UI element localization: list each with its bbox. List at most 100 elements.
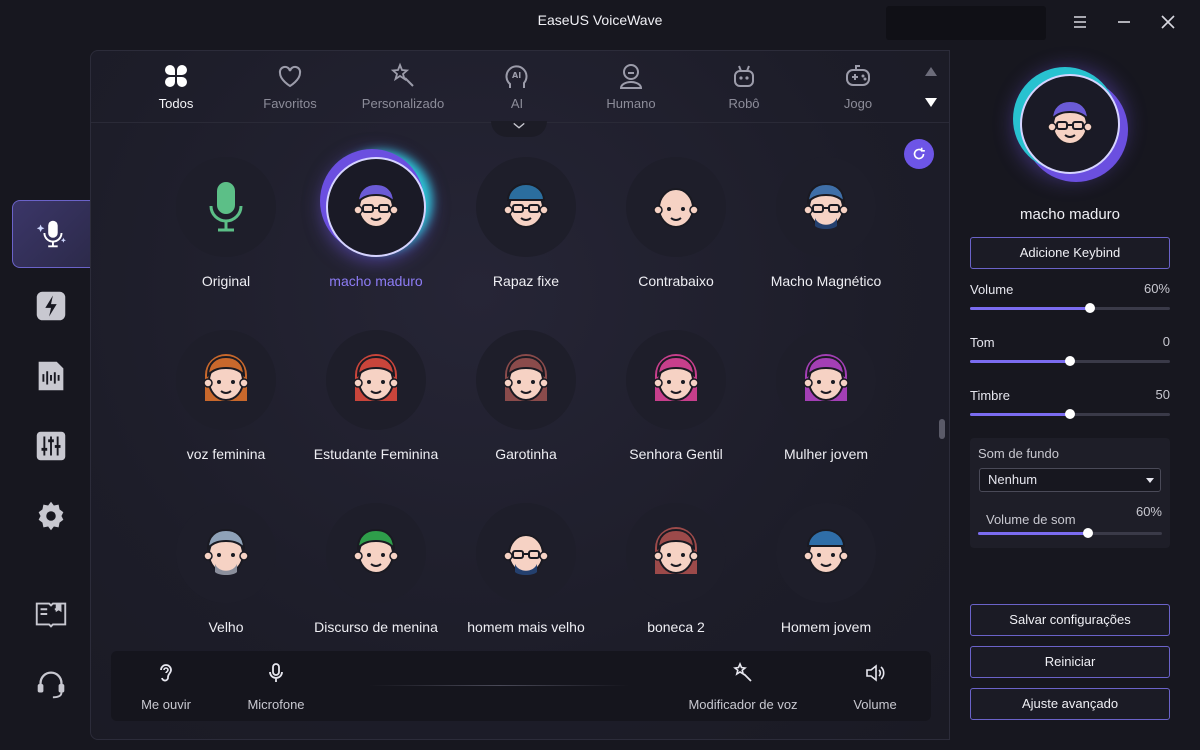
sidebar-item-guide[interactable] xyxy=(12,580,90,648)
volume-label: Volume xyxy=(853,697,897,712)
voice-avatar xyxy=(176,330,276,430)
scroll-up-arrow-icon[interactable] xyxy=(923,65,939,79)
menu-icon[interactable] xyxy=(1068,10,1092,34)
sound-volume-value: 60% xyxy=(1135,504,1162,519)
lightning-icon xyxy=(36,291,66,321)
tab-robo[interactable]: Robô xyxy=(689,59,799,119)
slider-knob[interactable] xyxy=(1065,356,1075,366)
tab-favoritos[interactable]: Favoritos xyxy=(235,59,345,119)
voice-avatar xyxy=(776,330,876,430)
voice-avatar xyxy=(326,157,426,257)
timbre-slider[interactable] xyxy=(970,409,1170,419)
sound-volume-label: Volume de som xyxy=(986,512,1076,527)
voice-avatar xyxy=(476,503,576,603)
mic-label: Microfone xyxy=(247,697,305,712)
reset-button[interactable]: Reiniciar xyxy=(970,646,1170,678)
tab-label: AI xyxy=(510,96,524,111)
tab-humano[interactable]: Humano xyxy=(576,59,686,119)
volume-button[interactable]: Volume xyxy=(845,661,905,712)
add-keybind-button[interactable]: Adicione Keybind xyxy=(970,237,1170,269)
close-icon[interactable] xyxy=(1156,10,1180,34)
volume-slider[interactable] xyxy=(970,303,1170,313)
microphone-button[interactable]: Microfone xyxy=(237,661,315,712)
voice-card[interactable]: Homem jovem xyxy=(751,503,901,653)
voice-card[interactable]: Mulher jovem xyxy=(751,330,901,480)
listen-button[interactable]: Me ouvir xyxy=(131,661,201,712)
sidebar-item-settings[interactable] xyxy=(12,482,90,550)
tab-label: Humano xyxy=(606,96,656,111)
scrollbar-thumb[interactable] xyxy=(939,419,945,439)
voice-name: Contrabaixo xyxy=(638,273,714,289)
collapse-toggle[interactable] xyxy=(491,121,547,137)
refresh-button[interactable] xyxy=(904,139,934,169)
slider-knob[interactable] xyxy=(1083,528,1094,538)
background-sound-value: Nenhum xyxy=(988,472,1038,487)
tab-personalizado[interactable]: Personalizado xyxy=(348,59,458,119)
voice-card[interactable]: boneca 2 xyxy=(601,503,751,653)
tab-todos[interactable]: Todos xyxy=(121,59,231,119)
ai-microphone-icon xyxy=(36,220,66,248)
ear-icon xyxy=(160,664,172,682)
chevron-down-icon xyxy=(513,122,525,129)
robot-icon xyxy=(734,65,754,87)
sidebar-item-mixer[interactable] xyxy=(12,412,90,480)
background-sound-select[interactable]: Nenhum xyxy=(979,468,1161,492)
voice-name: Velho xyxy=(208,619,244,635)
tab-jogo[interactable]: Jogo xyxy=(803,59,913,119)
voice-avatar xyxy=(176,157,276,257)
refresh-icon xyxy=(913,147,925,160)
voice-avatar xyxy=(176,503,276,603)
tab-ai[interactable]: AI AI xyxy=(462,59,572,119)
voice-card[interactable]: Senhora Gentil xyxy=(601,330,751,480)
voice-card[interactable]: macho maduro xyxy=(301,157,451,307)
voice-card[interactable]: Rapaz fixe xyxy=(451,157,601,307)
minimize-icon[interactable] xyxy=(1112,10,1136,34)
voice-name: Original xyxy=(201,273,251,289)
slider-knob[interactable] xyxy=(1065,409,1075,419)
voice-card[interactable]: homem mais velho xyxy=(451,503,601,653)
voice-avatar xyxy=(776,503,876,603)
voice-name: macho maduro xyxy=(329,273,423,289)
sidebar-item-voice-changer[interactable] xyxy=(12,200,90,268)
voice-avatar xyxy=(776,157,876,257)
voice-name: homem mais velho xyxy=(467,619,585,635)
save-settings-button[interactable]: Salvar configurações xyxy=(970,604,1170,636)
sidebar-item-support[interactable] xyxy=(12,650,90,718)
sidebar-item-audio-file[interactable] xyxy=(12,342,90,410)
modifier-label: Modificador de voz xyxy=(688,697,798,712)
scroll-down-arrow-icon[interactable] xyxy=(923,95,939,109)
four-leaf-grid-icon xyxy=(165,65,187,87)
category-bar: Todos Favoritos Personalizado AI AI Huma… xyxy=(91,51,949,123)
voice-settings-panel: macho maduro Adicione Keybind Volume 60%… xyxy=(950,50,1190,740)
voice-card[interactable]: Original xyxy=(151,157,301,307)
voice-name: Estudante Feminina xyxy=(313,446,439,462)
title-bar: EaseUS VoiceWave xyxy=(0,0,1200,44)
voice-card[interactable]: Discurso de menina xyxy=(301,503,451,653)
voice-card[interactable]: Velho xyxy=(151,503,301,653)
tab-label: Personalizado xyxy=(361,96,445,111)
voice-modifier-button[interactable]: Modificador de voz xyxy=(683,661,803,712)
tone-slider-value: 0 xyxy=(1162,334,1170,349)
tone-slider[interactable] xyxy=(970,356,1170,366)
audio-file-icon xyxy=(38,361,64,391)
voice-card[interactable]: Estudante Feminina xyxy=(301,330,451,480)
voice-library-panel: Todos Favoritos Personalizado AI AI Huma… xyxy=(90,50,950,740)
gear-icon xyxy=(38,501,64,531)
voice-name: voz feminina xyxy=(186,446,266,462)
book-icon xyxy=(35,602,67,628)
voice-card[interactable]: voz feminina xyxy=(151,330,301,480)
timbre-slider-label: Timbre xyxy=(970,388,1010,403)
voice-avatar xyxy=(476,157,576,257)
sidebar-item-soundboard[interactable] xyxy=(12,272,90,340)
voice-card[interactable]: Garotinha xyxy=(451,330,601,480)
gamepad-icon xyxy=(846,65,870,86)
background-sound-label: Som de fundo xyxy=(978,446,1059,461)
equalizer-icon xyxy=(36,431,66,461)
voice-name: Senhora Gentil xyxy=(629,446,723,462)
voice-card[interactable]: Macho Magnético xyxy=(751,157,901,307)
sound-volume-slider[interactable] xyxy=(978,528,1162,538)
slider-knob[interactable] xyxy=(1085,303,1095,313)
voice-avatar xyxy=(326,330,426,430)
advanced-settings-button[interactable]: Ajuste avançado xyxy=(970,688,1170,720)
voice-card[interactable]: Contrabaixo xyxy=(601,157,751,307)
